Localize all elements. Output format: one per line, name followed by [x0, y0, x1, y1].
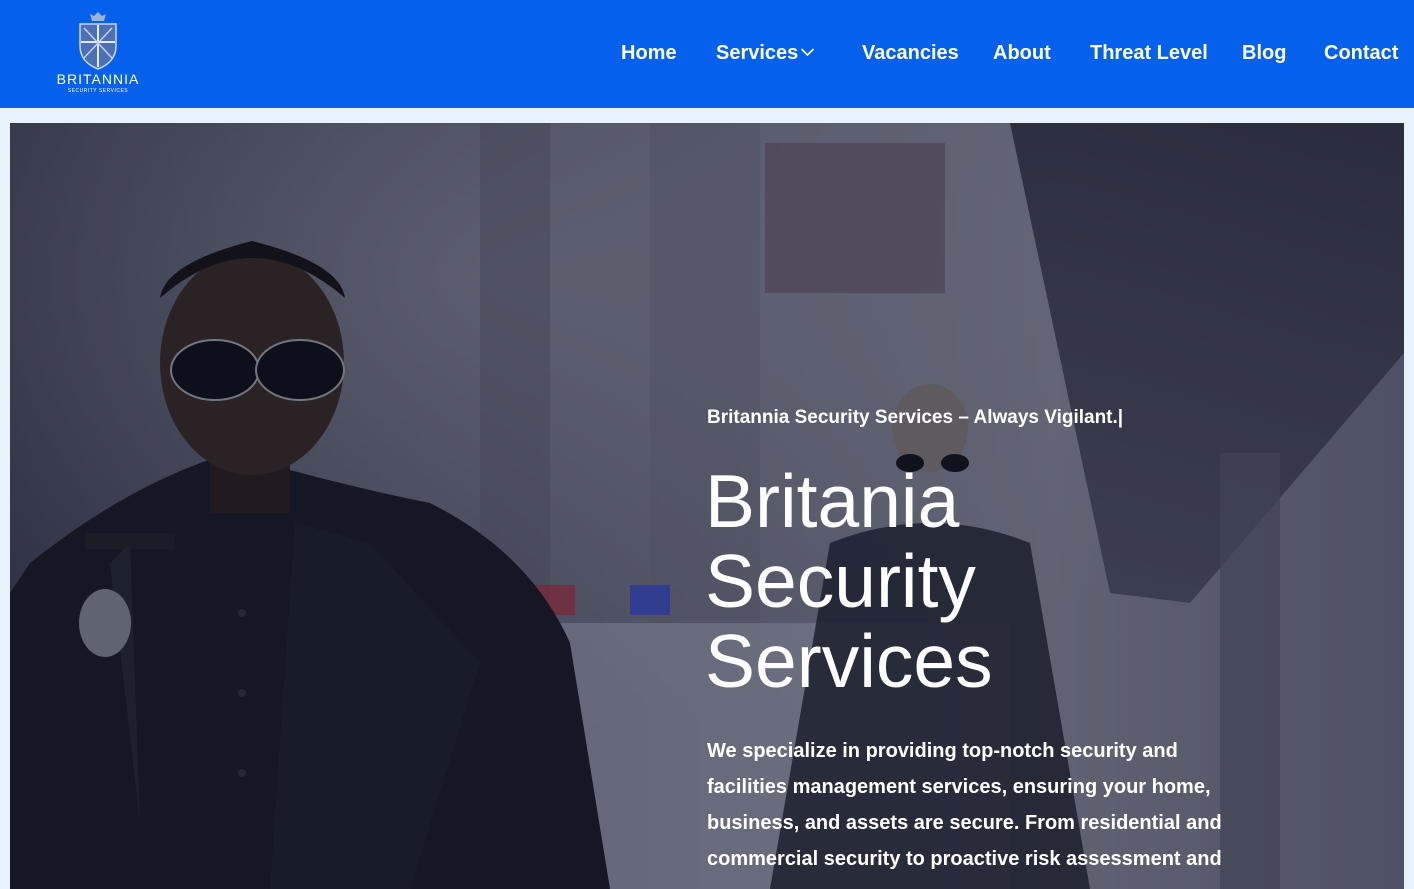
hero-section: Britannia Security Services – Always Vig… — [10, 123, 1404, 889]
logo[interactable]: BRITANNIA SECURITY SERVICES — [48, 12, 148, 98]
nav-about[interactable]: About — [993, 40, 1051, 66]
brand-name: BRITANNIA — [56, 71, 140, 87]
nav-services[interactable]: Services — [716, 40, 798, 66]
nav-vacancies[interactable]: Vacancies — [862, 40, 959, 66]
hero-title-line-1: Britania — [705, 459, 960, 543]
hero-description: We specialize in providing top-notch sec… — [707, 740, 1222, 870]
nav-threat-level[interactable]: Threat Level — [1090, 40, 1208, 66]
chevron-down-icon[interactable] — [800, 47, 815, 57]
nav-contact[interactable]: Contact — [1324, 40, 1398, 66]
nav-blog[interactable]: Blog — [1242, 40, 1286, 66]
hero-title: Britania Security Services — [705, 461, 1265, 701]
site-header: BRITANNIA SECURITY SERVICES Home Service… — [0, 0, 1414, 108]
hero-title-line-3: Services — [705, 619, 993, 703]
shield-crest-icon — [79, 12, 117, 70]
nav-home[interactable]: Home — [621, 40, 677, 66]
hero-title-line-2: Security — [705, 539, 976, 623]
brand-subtitle: SECURITY SERVICES — [67, 88, 129, 94]
hero-tagline: Britannia Security Services – Always Vig… — [707, 407, 1124, 428]
